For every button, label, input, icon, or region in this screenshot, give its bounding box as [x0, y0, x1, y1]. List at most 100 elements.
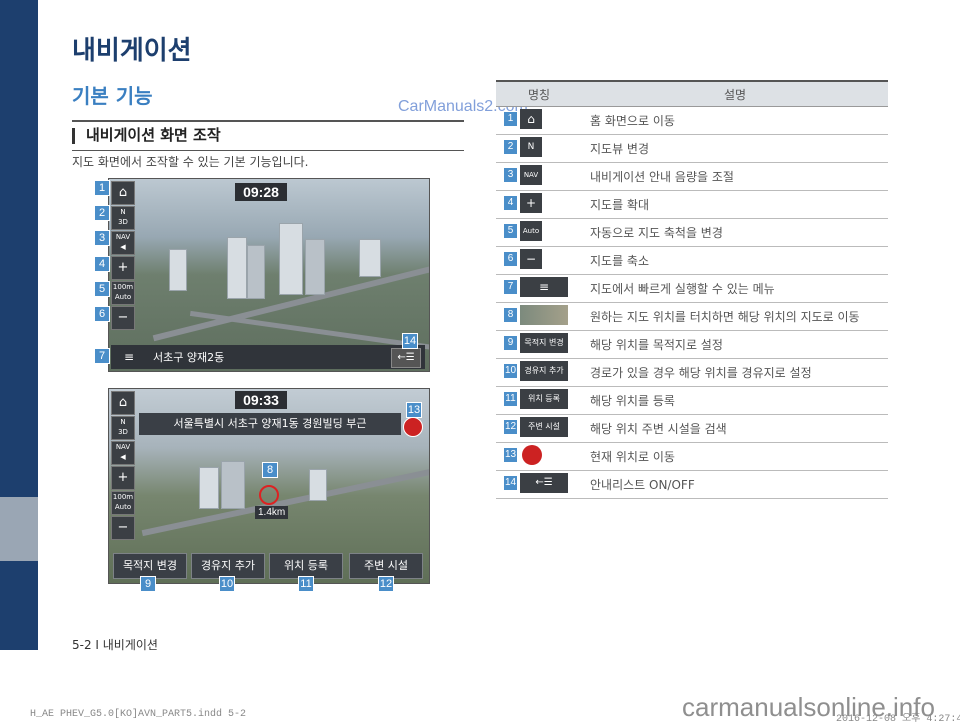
- zoom-out-button[interactable]: −: [111, 306, 135, 330]
- callout-5: 5: [94, 281, 110, 297]
- add-waypoint-icon: 경유지 추가: [520, 361, 568, 381]
- compass-icon: N: [120, 418, 126, 426]
- section-title: 기본 기능: [72, 84, 153, 108]
- auto-label: Auto: [114, 293, 132, 301]
- map-view-button[interactable]: N 3D: [111, 416, 135, 440]
- clock: 09:33: [235, 391, 287, 409]
- table-row: 8 원하는 지도 위치를 터치하면 해당 위치의 지도로 이동: [496, 302, 888, 331]
- zoom-in-button[interactable]: +: [111, 256, 135, 280]
- row-number: 10: [504, 364, 517, 378]
- table-row: 14 ←☰ 안내리스트 ON/OFF: [496, 470, 888, 499]
- home-button[interactable]: ⌂: [111, 391, 135, 415]
- row-description: 안내리스트 ON/OFF: [582, 470, 888, 499]
- table-row: 10 경유지 추가 경로가 있을 경우 해당 위치를 경유지로 설정: [496, 358, 888, 387]
- chapter-tab: [0, 497, 38, 561]
- row-description: 경로가 있을 경우 해당 위치를 경유지로 설정: [582, 358, 888, 387]
- table-row: 9 목적지 변경 해당 위치를 목적지로 설정: [496, 330, 888, 359]
- location-address: 서울특별시 서초구 양재1동 경원빌딩 부근: [139, 413, 401, 435]
- home-icon: ⌂: [520, 109, 542, 129]
- row-number: 6: [504, 252, 517, 266]
- map-view-button[interactable]: N 3D: [111, 206, 135, 230]
- row-number: 3: [504, 168, 517, 182]
- column-header-name: 명칭: [496, 80, 582, 107]
- plus-icon: +: [117, 470, 129, 485]
- row-number: 4: [504, 196, 517, 210]
- callout-13: 13: [406, 402, 422, 418]
- view-mode-label: 3D: [118, 428, 128, 436]
- table-row: 7 ≡ 지도에서 빠르게 실행할 수 있는 메뉴: [496, 274, 888, 303]
- nav-label: NAV: [115, 443, 131, 451]
- column-header-description: 설명: [582, 80, 888, 107]
- clock: 09:28: [235, 183, 287, 201]
- row-description: 원하는 지도 위치를 터치하면 해당 위치의 지도로 이동: [582, 302, 888, 331]
- selected-location-marker: [259, 485, 279, 505]
- minus-icon: −: [117, 310, 129, 325]
- print-info: H_AE PHEV_G5.0[KO]AVN_PART5.indd 5-2: [30, 709, 247, 720]
- callout-9: 9: [140, 576, 156, 592]
- row-description: 지도에서 빠르게 실행할 수 있는 메뉴: [582, 274, 888, 303]
- compass-icon: N: [120, 208, 126, 216]
- volume-icon: NAV: [520, 165, 542, 185]
- guide-list-button[interactable]: ←☰: [391, 348, 421, 368]
- current-location-button[interactable]: [403, 417, 423, 437]
- table-row: 3 NAV 내비게이션 안내 음량을 조절: [496, 162, 888, 191]
- menu-icon: ≡: [123, 350, 135, 364]
- table-row: 5 Auto 자동으로 지도 축척을 변경: [496, 218, 888, 247]
- row-description: 현재 위치로 이동: [582, 442, 888, 471]
- function-table: 명칭 설명 1 ⌂ 홈 화면으로 이동 2 N 지도뷰 변경 3 NAV 내비게이션 안내 …: [496, 80, 888, 499]
- row-description: 홈 화면으로 이동: [582, 106, 888, 135]
- subsection-marker: [72, 128, 75, 144]
- map-thumbnail-icon: [520, 305, 568, 325]
- table-row: 6− 지도를 축소: [496, 246, 888, 275]
- volume-button[interactable]: NAV ◀: [111, 441, 135, 465]
- route-bar: ≡ 서초구 양재2동 ←☰: [111, 345, 425, 369]
- callout-2: 2: [94, 205, 110, 221]
- home-icon: ⌂: [118, 395, 128, 410]
- nav-screen-1: 09:28 ⌂ N 3D NAV ◀ + 100m Auto − ≡ 서초구 양…: [108, 178, 430, 372]
- home-button[interactable]: ⌂: [111, 181, 135, 205]
- map-building: [305, 239, 325, 295]
- zoom-in-button[interactable]: +: [111, 466, 135, 490]
- subsection-title: 내비게이션 화면 조작: [86, 126, 221, 144]
- map-building: [279, 223, 303, 295]
- callout-8: 8: [262, 462, 278, 478]
- row-description: 지도를 확대: [582, 190, 888, 219]
- row-description: 지도를 축소: [582, 246, 888, 275]
- row-description: 해당 위치를 등록: [582, 386, 888, 415]
- page-footer: 5-2 I 내비게이션: [72, 638, 158, 652]
- row-number: 1: [504, 112, 517, 126]
- auto-scale-icon: Auto: [520, 221, 542, 241]
- menu-icon: ≡: [520, 277, 568, 297]
- distance-label: 1.4km: [255, 506, 289, 519]
- map-building: [221, 461, 245, 509]
- map-building: [247, 245, 265, 299]
- list-icon: ←☰: [397, 352, 415, 363]
- map-building: [169, 249, 187, 291]
- change-destination-icon: 목적지 변경: [520, 333, 568, 353]
- row-number: 11: [504, 392, 517, 406]
- row-number: 8: [504, 308, 517, 322]
- volume-button[interactable]: NAV ◀: [111, 231, 135, 255]
- map-building: [199, 467, 219, 509]
- map-building: [227, 237, 247, 299]
- print-date: 2016-12-08 오후 4:27:4: [836, 714, 960, 725]
- callout-10: 10: [219, 576, 235, 592]
- row-number: 13: [504, 448, 517, 462]
- table-header-row: 명칭 설명: [496, 80, 888, 107]
- table-row: 11 위치 등록 해당 위치를 등록: [496, 386, 888, 415]
- register-location-icon: 위치 등록: [520, 389, 568, 409]
- callout-3: 3: [94, 230, 110, 246]
- nav-screen-2: 09:33 서울특별시 서초구 양재1동 경원빌딩 부근 1.4km ⌂ N 3…: [108, 388, 430, 584]
- speaker-icon: ◀: [120, 243, 126, 251]
- row-number: 9: [504, 336, 517, 350]
- row-description: 내비게이션 안내 음량을 조절: [582, 162, 888, 191]
- table-row: 1 ⌂ 홈 화면으로 이동: [496, 106, 888, 135]
- auto-scale-button[interactable]: 100m Auto: [111, 281, 135, 305]
- description: 지도 화면에서 조작할 수 있는 기본 기능입니다.: [72, 155, 309, 169]
- table-row: 13 현재 위치로 이동: [496, 442, 888, 471]
- quick-menu-button[interactable]: ≡: [113, 348, 145, 366]
- zoom-out-button[interactable]: −: [111, 516, 135, 540]
- map-building: [359, 239, 381, 277]
- row-description: 지도뷰 변경: [582, 134, 888, 163]
- auto-scale-button[interactable]: 100m Auto: [111, 491, 135, 515]
